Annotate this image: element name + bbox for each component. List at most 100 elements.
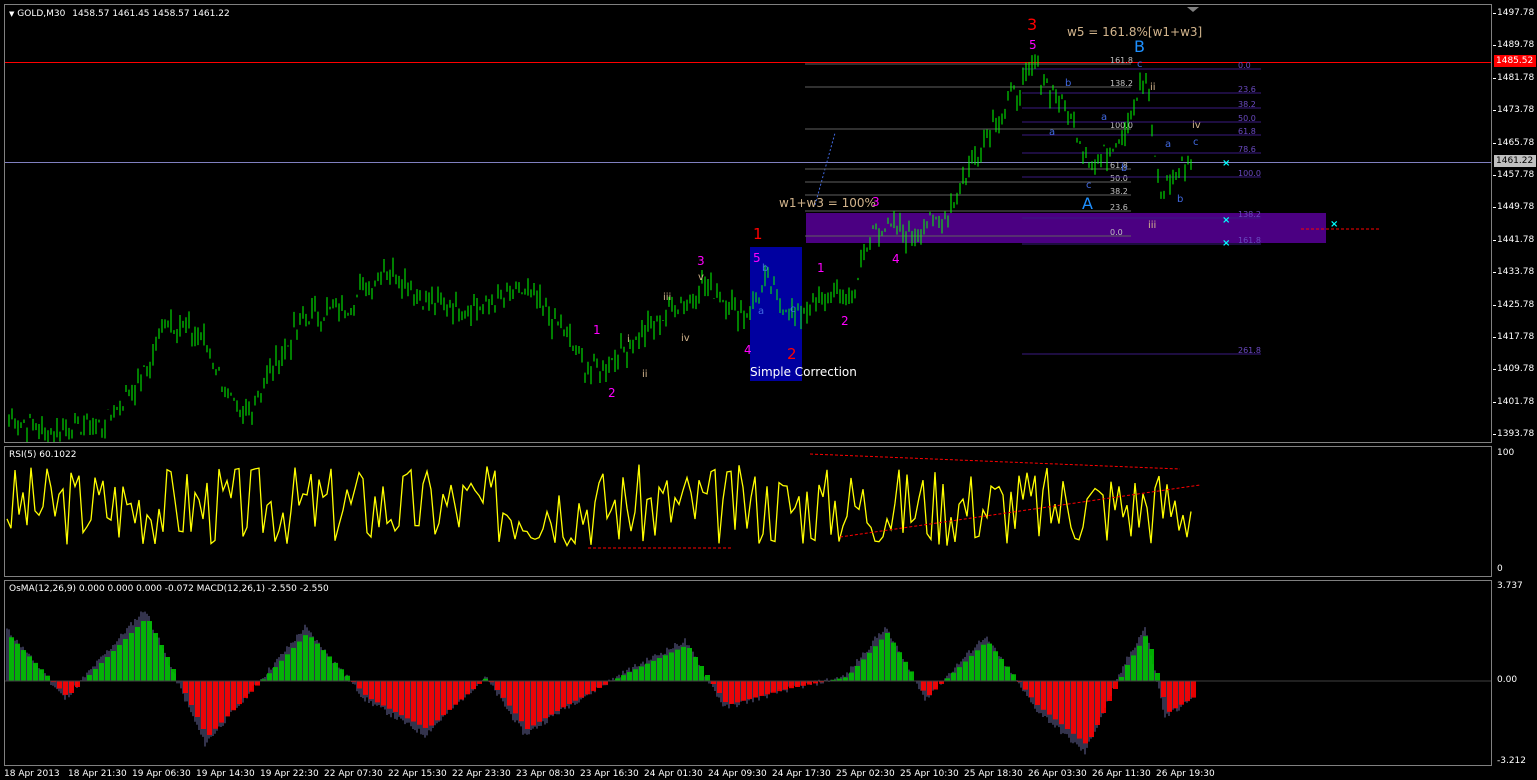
osma-bar [597,681,602,688]
osma-bar [693,657,698,681]
price-axis-tick: 1457.78 [1492,170,1535,180]
osma-bar [969,655,974,681]
fib-level-label: 50.0 [1110,174,1128,183]
sub-iii-2: iii [1148,220,1157,231]
simple-correction-label: Simple Correction [750,365,857,379]
abc-c4: c [1193,137,1199,148]
osma-bar [885,633,890,681]
osma-bar [15,643,20,681]
w1w3-label: w1+w3 = 100% [779,196,876,210]
time-axis-tick: 25 Apr 18:30 [964,769,1023,779]
osma-bar [411,681,416,722]
osma-bar [27,656,32,681]
osma-bar [1077,681,1082,739]
abc-b1: b [762,263,769,274]
macd-axis-top: 3.737 [1497,581,1523,591]
osma-bar [9,637,14,681]
minor-2a: 2 [608,386,616,400]
rsi-pane[interactable]: RSI(5) 60.1022 [4,446,1492,577]
abc-b4: b [1177,194,1184,205]
osma-bar [927,681,932,696]
osma-bar [375,681,380,703]
osma-bar [1089,681,1094,737]
wave-1-red: 1 [753,225,763,243]
time-axis-tick: 24 Apr 01:30 [644,769,703,779]
fib-level-label: 138.2 [1110,79,1133,88]
osma-bar [1101,681,1106,713]
osma-bar [183,681,188,693]
fib-level-label: 0.0 [1110,228,1123,237]
osma-bar [783,681,788,690]
candles-group [8,54,1192,442]
osma-bar [549,681,554,715]
osma-bar [933,681,938,690]
osma-bar [771,681,776,693]
osma-bar [843,677,848,681]
osma-bar [951,672,956,681]
osma-bar [585,681,590,695]
price-axis-tick: 1417.78 [1492,332,1535,342]
osma-bar [447,681,452,710]
time-axis-tick: 25 Apr 02:30 [836,769,895,779]
sub-i: i [627,334,630,345]
time-axis-tick: 23 Apr 08:30 [516,769,575,779]
price-chart-pane[interactable]: ▼ GOLD,M30 1458.57 1461.45 1458.57 1461.… [4,4,1492,443]
fib-ext-label: 78.6 [1238,145,1256,154]
osma-bar [1005,666,1010,681]
fib-level-label: 23.6 [1110,203,1128,212]
resistance-price-tag: 1485.52 [1494,55,1536,67]
macd-axis: 3.737 0.00 -3.212 [1493,580,1537,766]
osma-bar [1167,681,1172,712]
osma-bar [255,681,260,686]
minor-5a: 5 [753,251,761,265]
abc-c3: c [1137,59,1143,70]
price-axis-tick: 1425.78 [1492,299,1535,310]
osma-bar [663,655,668,681]
minor-2b: 2 [841,314,849,328]
osma-bar [849,672,854,681]
osma-bar [963,661,968,681]
osma-bar [417,681,422,725]
osma-bar [75,681,80,687]
osma-bar [267,673,272,681]
osma-bar [393,681,398,712]
osma-bar [1053,681,1058,720]
macd-axis-bottom: -3.212 [1497,756,1527,766]
osma-bar [405,681,410,719]
osma-bar [195,681,200,717]
fib-ext-label: 23.6 [1238,85,1256,94]
sub-ii: ii [642,369,648,380]
macd-canvas [5,611,1491,755]
osma-bar [507,681,512,706]
osma-bar [321,650,326,681]
osma-bar [141,621,146,681]
osma-bar [519,681,524,722]
osma-bar [105,657,110,681]
osma-bar [1191,681,1196,698]
osma-bar [159,645,164,681]
osma-bar [717,681,722,693]
price-axis-tick: 1393.78 [1492,429,1535,440]
price-axis-tick: 1481.78 [1492,72,1535,83]
fib-level-label: 161.8 [1110,56,1133,65]
rsi-axis-bottom: 0 [1497,564,1503,574]
osma-bar [921,681,926,691]
osma-bar [1047,681,1052,715]
osma-bar [69,681,74,693]
scroll-marker-icon [1187,7,1199,12]
time-axis-tick: 22 Apr 15:30 [388,769,447,779]
fib-ext-label: 138.2 [1238,210,1261,219]
osma-bar [231,681,236,711]
osma-bar [573,681,578,701]
osma-bar [213,681,218,729]
macd-pane[interactable]: OsMA(12,26,9) 0.000 0.000 0.000 -0.072 M… [4,580,1492,766]
abc-b3: b [1121,163,1128,174]
fib-ext-label: 100.0 [1238,169,1261,178]
osma-bar [429,681,434,726]
rsi-line [6,464,1192,547]
osma-bar [201,681,206,729]
osma-bar [633,669,638,681]
price-axis-tick: 1465.78 [1492,137,1535,148]
abc-c1: c [790,304,796,315]
osma-bar [699,666,704,681]
